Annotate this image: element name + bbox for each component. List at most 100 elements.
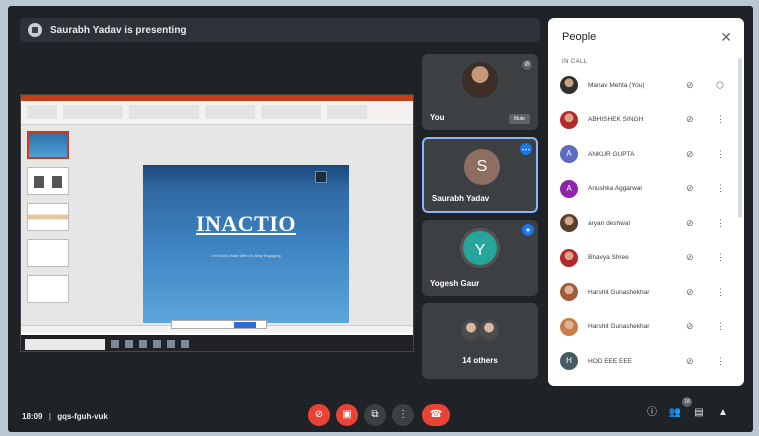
more-options-icon[interactable]: ⋮ [716,287,725,298]
people-icon[interactable]: 👥 [668,406,682,420]
more-options-button[interactable]: ⋮ [392,404,414,426]
participant-tile-yogesh[interactable]: Y + Yogesh Gaur [422,220,538,296]
participant-count-badge: 18 [682,397,692,407]
current-slide: INACTIO Let World Walk With Us Stay Enga… [143,165,349,323]
mic-off-icon: ⊘ [686,355,694,366]
avatar [560,76,578,95]
participant-row[interactable]: Harshit Gunashekhar ⊘ ⋮ [548,275,744,310]
mute-button[interactable]: Mute [508,114,530,124]
mic-off-icon: ⊘ [314,409,324,420]
taskbar-search[interactable] [25,338,105,350]
mic-off-icon: ⊘ [686,321,694,332]
slide-thumbnail[interactable] [27,203,69,231]
people-panel: People ✕ IN CALL Manav Mehta (You) ⊘ ⬡ A… [548,18,744,386]
slide-thumbnail[interactable] [27,167,69,195]
powerpoint-ribbon [21,101,413,125]
avatar: Y [460,228,500,268]
slide-title: INACTIO [195,211,297,236]
present-button[interactable]: ⧉ [364,404,386,426]
end-call-icon: ☎ [429,409,443,420]
more-options-icon[interactable]: ⋮ [716,183,725,194]
present-screen-icon [28,23,42,37]
participant-name: Harshit Gunashekhar [588,288,650,296]
more-options-icon[interactable]: ⋮ [716,252,725,263]
participant-row[interactable]: ABHISHEK SINGH ⊘ ⋮ [548,103,744,138]
avatar: A [560,179,578,198]
participant-row[interactable]: aryan deshwal ⊘ ⋮ [548,206,744,241]
participant-name: HOD EEE EEE [588,357,633,365]
avatar [560,214,578,233]
separator: | [48,412,51,421]
more-options-icon[interactable]: ⋮ [716,149,725,160]
avatar: A [560,145,578,164]
more-options-icon[interactable]: ⋮ [716,218,725,229]
tile-name: Saurabh Yadav [432,194,490,203]
participant-row[interactable]: A ANKUR GUPTA ⊘ ⋮ [548,137,744,172]
participant-row[interactable]: Manav Mehta (You) ⊘ ⬡ [548,68,744,103]
participant-photo [462,62,498,98]
meeting-info: 18:09 | gqs-fguh-vuk [22,412,108,421]
mic-off-icon: ⊘ [686,217,694,228]
participant-row[interactable]: H HOD EEE EEE ⊘ ⋮ [548,344,744,379]
participant-row[interactable]: Bhavya Shree ⊘ ⋮ [548,241,744,276]
avatar [560,248,578,267]
slide-thumbnail[interactable] [27,275,69,303]
participant-name: ABHISHEK SINGH [588,116,644,124]
slide-subtitle: Let World Walk With Us Stay Engaging [211,253,281,258]
participant-photo [478,319,500,341]
participant-name: aryan deshwal [588,219,630,227]
current-time: 18:09 [22,412,43,421]
camera-off-icon: ▣ [342,409,352,420]
presenting-text: Saurabh Yadav is presenting [50,24,187,36]
more-options-icon[interactable]: ⋮ [716,321,725,332]
meeting-code: gqs-fguh-vuk [57,412,108,421]
avatar [560,283,578,302]
participant-row[interactable]: A Anushka Aggarwal ⊘ ⋮ [548,172,744,207]
stop-sharing-button[interactable] [234,322,256,328]
participant-tile-you[interactable]: ⊘ You Mute [422,54,538,130]
participant-name: Bhavya Shree [588,254,629,262]
more-options-icon: ⋮ [398,409,408,420]
bottom-bar: 18:09 | gqs-fguh-vuk ⊘ ▣ ⧉ ⋮ ☎ ⓘ 👥 18 ▤ … [8,392,753,432]
people-title: People [562,31,597,43]
info-icon[interactable]: ⓘ [645,406,659,420]
participant-name: Anushka Aggarwal [588,185,642,193]
mic-off-icon: ⊘ [686,252,694,263]
participant-tile-saurabh[interactable]: S ⋯ Saurabh Yadav [422,137,538,213]
more-options-icon[interactable]: ⋮ [716,356,725,367]
mic-off-icon: ⊘ [686,79,694,90]
participant-row[interactable]: Harshit Gunashekhar ⊘ ⋮ [548,310,744,345]
pin-icon[interactable]: ⬡ [716,80,724,91]
pin-icon[interactable]: + [522,224,534,236]
slide-thumbnail[interactable] [27,131,69,159]
activities-icon[interactable]: ▲ [716,406,730,420]
more-options-icon[interactable]: ⋯ [520,143,532,155]
powerpoint-workspace: INACTIO Let World Walk With Us Stay Enga… [21,125,413,325]
mic-off-icon: ⊘ [522,60,532,70]
slide-logo-icon [315,171,327,183]
more-options-icon[interactable]: ⋮ [716,114,725,125]
section-label: IN CALL [562,59,588,65]
mic-toggle-button[interactable]: ⊘ [308,404,330,426]
participant-name: Manav Mehta (You) [588,81,645,89]
avatar: S [464,149,500,185]
mic-off-icon: ⊘ [686,286,694,297]
participant-tile-others[interactable]: 14 others [422,303,538,379]
tile-name: Yogesh Gaur [430,279,480,288]
sharing-notification [171,320,267,329]
meet-window: Saurabh Yadav is presenting INACTIO Let … [8,6,753,432]
mic-off-icon: ⊘ [686,114,694,125]
mic-off-icon: ⊘ [686,183,694,194]
participant-name: ANKUR GUPTA [588,150,635,158]
close-icon[interactable]: ✕ [720,29,732,46]
shared-screen[interactable]: INACTIO Let World Walk With Us Stay Enga… [20,94,414,352]
participant-name: Harshit Gunashekhar [588,323,650,331]
mic-off-icon: ⊘ [686,148,694,159]
slide-thumbnail[interactable] [27,239,69,267]
leave-call-button[interactable]: ☎ [422,404,450,426]
camera-toggle-button[interactable]: ▣ [336,404,358,426]
others-count: 14 others [462,356,498,365]
windows-taskbar [21,335,413,351]
chat-icon[interactable]: ▤ [692,406,706,420]
avatar [560,317,578,336]
